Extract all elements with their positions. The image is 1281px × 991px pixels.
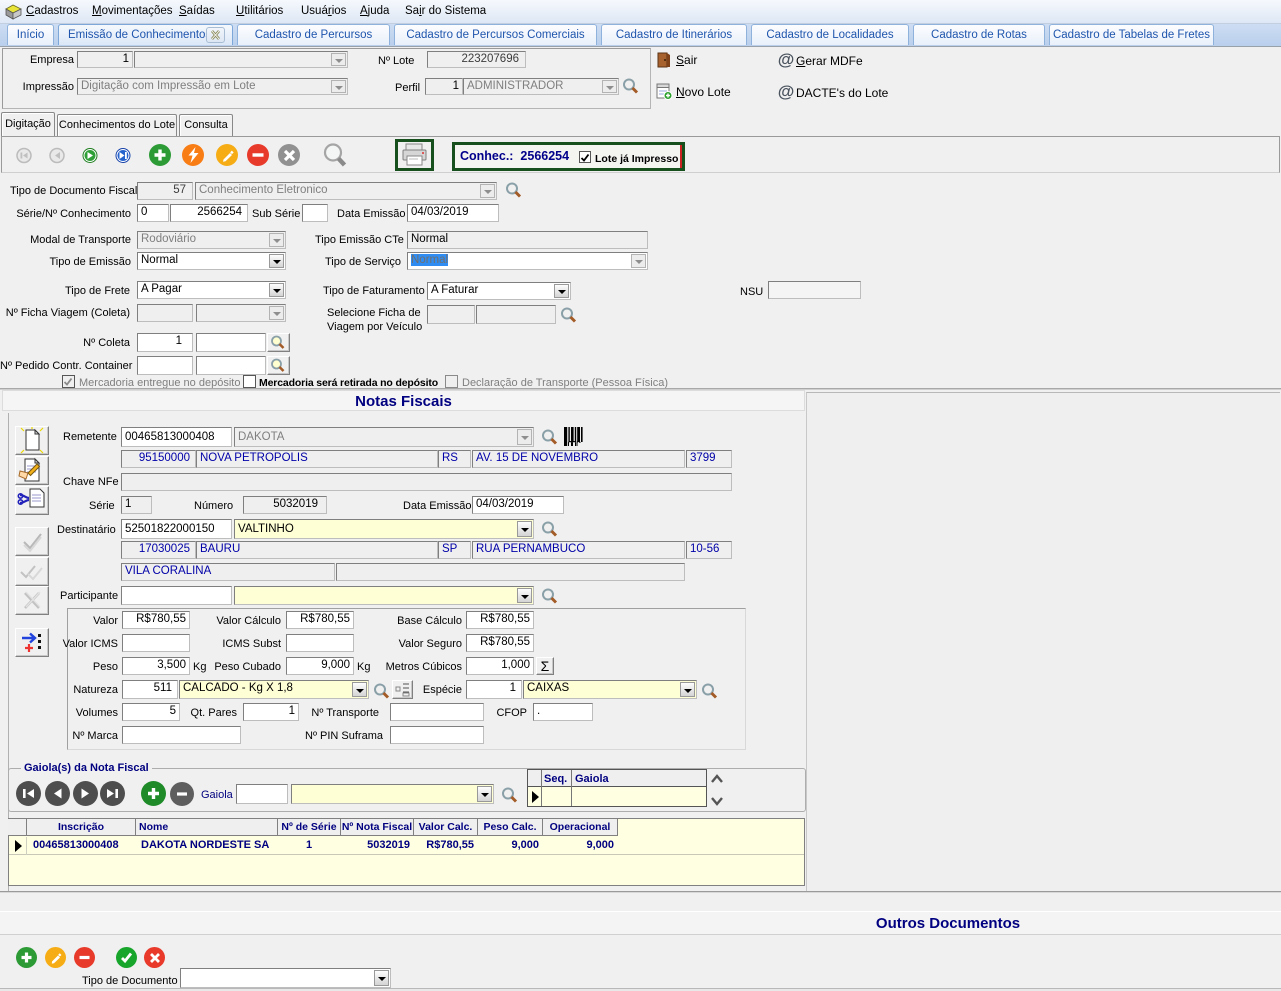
svg-text:@: @ <box>778 51 795 69</box>
svg-text:@: @ <box>778 83 795 101</box>
